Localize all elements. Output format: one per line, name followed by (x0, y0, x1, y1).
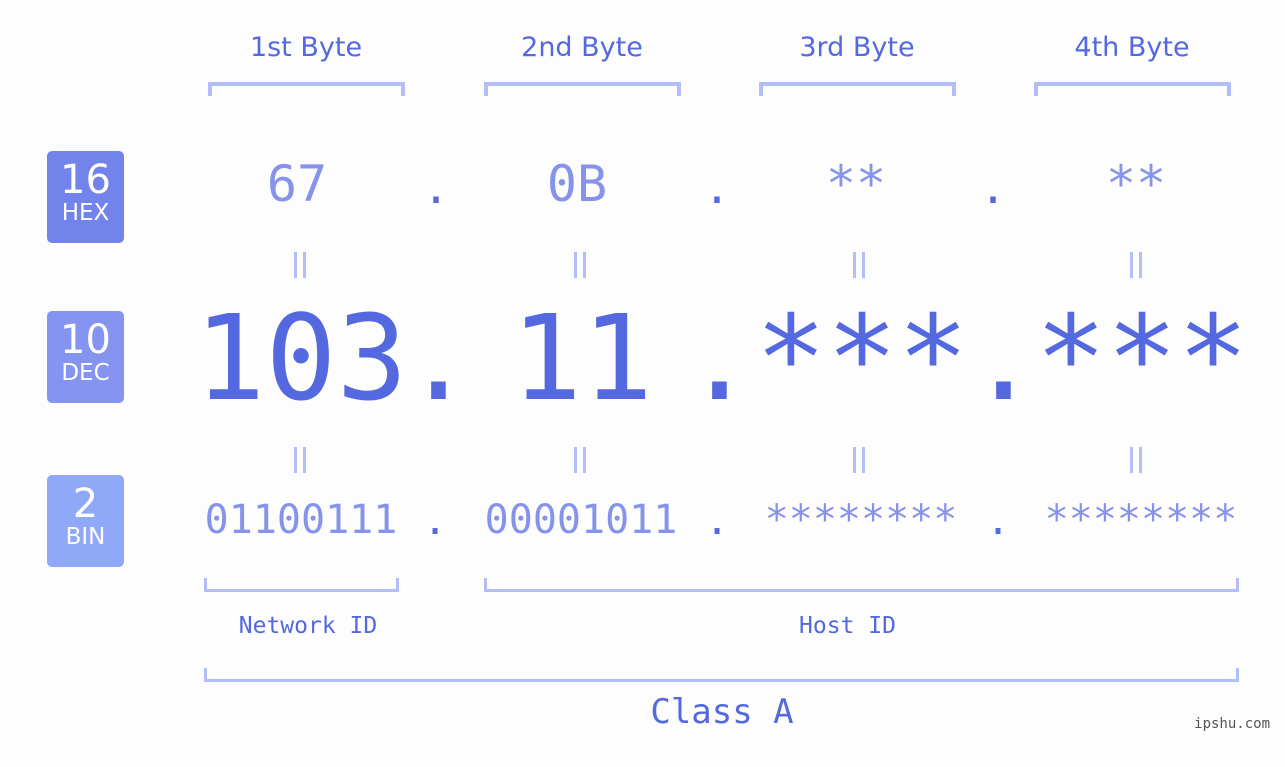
bin-base-number: 2 (72, 481, 99, 527)
class-bracket (204, 668, 1239, 682)
dec-separator-2: . (684, 289, 756, 427)
hex-octet-3: ** (825, 155, 887, 213)
bin-octet-1: 01100111 (204, 497, 398, 543)
equals-icon (280, 442, 320, 482)
dec-base-number: 10 (60, 317, 111, 363)
hex-separator-1: . (422, 163, 450, 214)
dec-separator-3: . (968, 289, 1040, 427)
bin-base-label: BIN (65, 524, 106, 550)
byte-header-2: 2nd Byte (521, 32, 643, 63)
byte-bracket-3 (759, 82, 956, 96)
hex-separator-3: . (979, 163, 1007, 214)
dec-base-label: DEC (61, 360, 110, 386)
equals-icon (560, 442, 600, 482)
bin-separator-2: . (704, 498, 730, 544)
byte-header-4: 4th Byte (1074, 32, 1190, 63)
hex-octet-2: 0B (546, 155, 608, 213)
byte-bracket-1 (208, 82, 405, 96)
bin-octet-3: ******** (764, 497, 958, 543)
hex-badge: 16 HEX (47, 151, 124, 243)
equals-icon (560, 247, 600, 287)
host-id-bracket (484, 578, 1239, 592)
dec-separator-1: . (403, 289, 475, 427)
class-label: Class A (650, 692, 794, 732)
dec-octet-2: 11 (510, 289, 654, 427)
equals-icon (839, 442, 879, 482)
hex-base-number: 16 (60, 157, 111, 203)
watermark: ipshu.com (1194, 716, 1270, 732)
equals-icon (839, 247, 879, 287)
equals-icon (280, 247, 320, 287)
byte-header-1: 1st Byte (249, 32, 363, 63)
hex-separator-2: . (703, 163, 731, 214)
byte-bracket-4 (1034, 82, 1231, 96)
bin-separator-1: . (422, 498, 448, 544)
hex-base-label: HEX (61, 200, 110, 226)
bin-badge: 2 BIN (47, 475, 124, 567)
hex-octet-4: ** (1105, 155, 1167, 213)
dec-octet-4: *** (1035, 289, 1249, 427)
dec-octet-1: 103 (194, 289, 408, 427)
hex-octet-1: 67 (266, 155, 328, 213)
dec-badge: 10 DEC (47, 311, 124, 403)
bin-separator-3: . (985, 498, 1011, 544)
host-id-label: Host ID (799, 613, 896, 639)
bin-octet-4: ******** (1044, 497, 1238, 543)
equals-icon (1116, 247, 1156, 287)
byte-bracket-2 (484, 82, 681, 96)
bin-octet-2: 00001011 (484, 497, 678, 543)
equals-icon (1116, 442, 1156, 482)
network-id-label: Network ID (238, 613, 378, 639)
byte-header-3: 3rd Byte (799, 32, 915, 63)
network-id-bracket (204, 578, 399, 592)
dec-octet-3: *** (755, 289, 969, 427)
